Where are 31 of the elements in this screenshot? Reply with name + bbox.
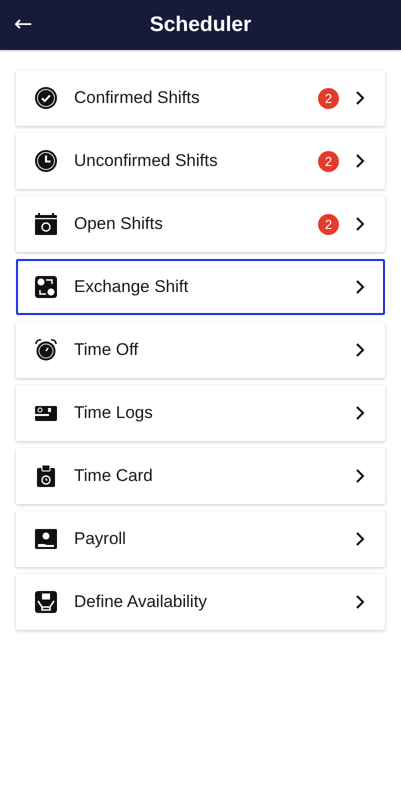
chevron-right-icon [355,216,365,232]
chevron-right-icon [355,279,365,295]
check-circle-icon [34,86,58,110]
menu-item[interactable]: Open Shifts 2 [16,196,385,252]
chevron-right-icon [355,342,365,358]
chevron-right-icon [355,531,365,547]
chevron-right-icon [355,594,365,610]
chevron-right-icon [355,90,365,106]
menu-item[interactable]: Time Logs [16,385,385,441]
menu-item[interactable]: Unconfirmed Shifts 2 [16,133,385,189]
count-badge: 2 [318,88,339,108]
calendar-icon [34,212,58,236]
menu-item[interactable]: Define Availability [16,574,385,630]
screen-title: Scheduler [150,13,252,36]
chevron-right-icon [355,153,365,169]
chevron-right-icon [355,405,365,421]
count-badge: 2 [318,214,339,234]
count-badge: 2 [318,150,339,172]
back-button[interactable]: ← [0,14,32,36]
menu-item[interactable]: Time Off [16,322,385,378]
menu-item[interactable]: Time Card [16,448,385,504]
menu-item[interactable]: Payroll [16,511,385,567]
menu-item[interactable]: Exchange Shift [16,259,385,315]
alarm-clock-icon [34,338,58,362]
payroll-icon [34,527,58,551]
menu-item[interactable]: Confirmed Shifts 2 [16,70,385,126]
time-card-icon [34,464,58,488]
chevron-right-icon [355,468,365,484]
exchange-icon [34,275,58,299]
clock-icon [34,149,58,173]
availability-icon [34,590,58,614]
